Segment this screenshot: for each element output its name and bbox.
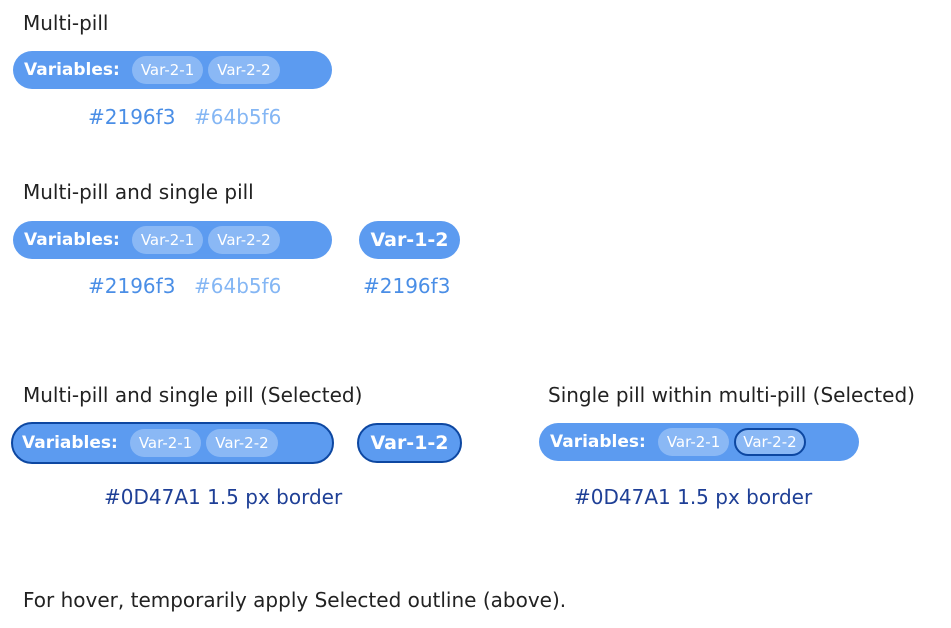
chip-var-2-1[interactable]: Var-2-1 [657, 428, 730, 456]
section-heading-selected: Multi-pill and single pill (Selected) [23, 383, 363, 407]
single-pill-selected[interactable]: Var-1-2 [357, 423, 462, 463]
multi-pill[interactable]: Variables: Var-2-1 Var-2-2 [539, 423, 859, 461]
section-heading-chip-selected: Single pill within multi-pill (Selected) [548, 383, 915, 407]
section-heading-multi-and-single: Multi-pill and single pill [23, 180, 254, 204]
color-label-primary: #2196f3 [88, 105, 176, 129]
hover-note: For hover, temporarily apply Selected ou… [23, 588, 567, 612]
single-pill-var-1-2[interactable]: Var-1-2 [359, 221, 460, 259]
multi-pill-label: Variables: [24, 230, 120, 250]
chip-var-2-2-selected[interactable]: Var-2-2 [734, 428, 806, 456]
chip-var-2-1[interactable]: Var-2-1 [131, 56, 204, 84]
chip-var-2-2[interactable]: Var-2-2 [208, 56, 280, 84]
color-label-secondary: #64b5f6 [194, 274, 282, 298]
chip-var-2-1[interactable]: Var-2-1 [129, 429, 202, 457]
color-label-single: #2196f3 [363, 274, 451, 298]
multi-pill-selected[interactable]: Variables: Var-2-1 Var-2-2 [11, 422, 334, 464]
multi-pill[interactable]: Variables: Var-2-1 Var-2-2 [13, 221, 332, 259]
chip-var-2-1[interactable]: Var-2-1 [131, 226, 204, 254]
multi-pill-label: Variables: [22, 433, 118, 453]
color-label-primary: #2196f3 [88, 274, 176, 298]
multi-pill-label: Variables: [550, 432, 646, 452]
color-label-secondary: #64b5f6 [194, 105, 282, 129]
border-note: #0D47A1 1.5 px border [574, 485, 813, 509]
border-note: #0D47A1 1.5 px border [104, 485, 343, 509]
chip-var-2-2[interactable]: Var-2-2 [206, 429, 278, 457]
chip-var-2-2[interactable]: Var-2-2 [208, 226, 280, 254]
multi-pill-label: Variables: [24, 60, 120, 80]
section-heading-multi-pill: Multi-pill [23, 11, 109, 35]
multi-pill[interactable]: Variables: Var-2-1 Var-2-2 [13, 51, 332, 89]
